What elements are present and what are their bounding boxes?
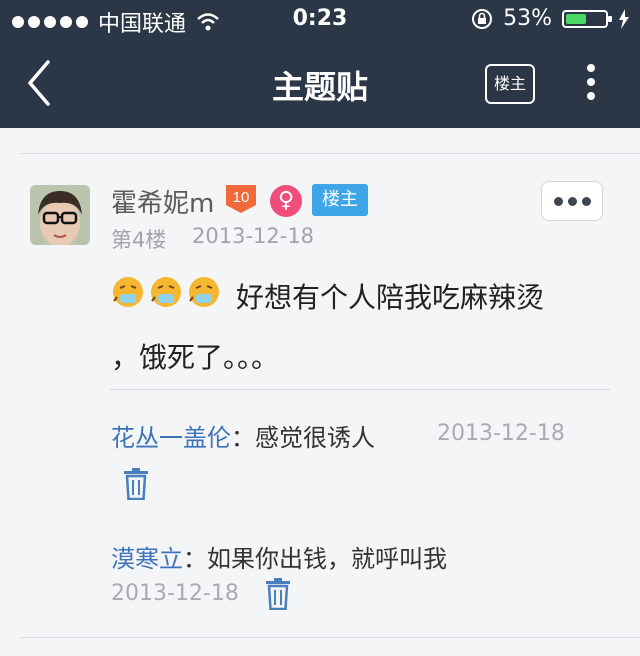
page-title: 主题贴 bbox=[271, 68, 368, 106]
floor-number: 第4楼 bbox=[111, 228, 167, 252]
comment-username[interactable]: 漠寒立 bbox=[111, 545, 183, 573]
navigation-bar: 主题贴 楼主 bbox=[0, 40, 640, 128]
sick-face-emoji-icon bbox=[151, 277, 181, 307]
divider bbox=[20, 637, 640, 638]
owner-only-button[interactable]: 楼主 bbox=[485, 64, 535, 104]
owner-badge: 楼主 bbox=[312, 184, 368, 216]
post-content-line-1: 好想有个人陪我吃麻辣烫 bbox=[236, 281, 545, 314]
avatar[interactable] bbox=[30, 185, 90, 245]
post-content-line-2: ，饿死了。。。 bbox=[111, 341, 280, 374]
more-options-icon[interactable] bbox=[584, 64, 598, 108]
rotation-lock-icon bbox=[472, 8, 493, 29]
divider bbox=[110, 389, 610, 390]
post-username[interactable]: 霍希妮m bbox=[111, 183, 214, 220]
level-badge: 10 bbox=[226, 185, 256, 213]
level-number: 10 bbox=[233, 189, 250, 206]
emoji-row bbox=[111, 275, 221, 309]
comment-username[interactable]: 花丛一盖伦 bbox=[111, 424, 231, 452]
comment-text: ：如果你出钱，就呼叫我 bbox=[183, 545, 447, 573]
battery-icon bbox=[562, 9, 612, 28]
delete-icon[interactable] bbox=[123, 468, 149, 500]
comment-date: 2013-12-18 bbox=[111, 581, 239, 606]
sick-face-emoji-icon bbox=[113, 277, 143, 307]
top-bar: 中国联通 0:23 53% 主题贴 楼主 bbox=[0, 0, 640, 128]
divider bbox=[20, 153, 640, 154]
post-date: 2013-12-18 bbox=[192, 224, 315, 248]
post-more-button[interactable] bbox=[541, 181, 603, 221]
sick-face-emoji-icon bbox=[189, 277, 219, 307]
delete-icon[interactable] bbox=[265, 578, 291, 610]
battery-percent: 53% bbox=[503, 6, 552, 31]
status-bar: 中国联通 0:23 53% bbox=[0, 0, 640, 40]
charging-bolt-icon bbox=[619, 8, 629, 29]
comment-date: 2013-12-18 bbox=[437, 421, 565, 446]
comment-text: ：感觉很诱人 bbox=[231, 424, 375, 452]
female-icon: ♀ bbox=[270, 185, 302, 217]
